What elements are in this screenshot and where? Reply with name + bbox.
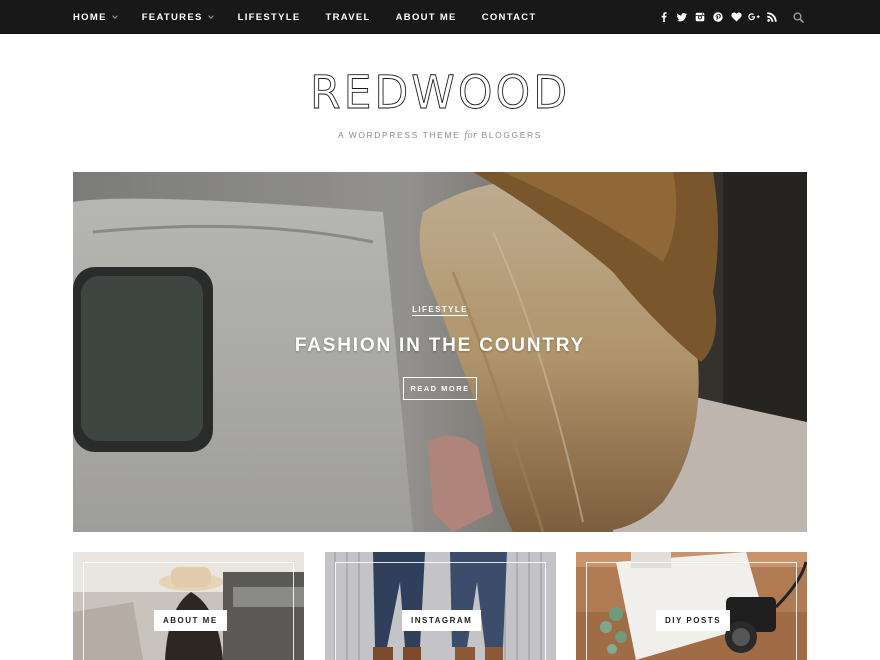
hero-content: Lifestyle Fashion in the Country Read Mo… [73, 172, 807, 532]
google-plus-icon[interactable] [745, 8, 763, 26]
top-navigation-bar: Home Features Lifestyle Travel About Me … [0, 0, 880, 34]
nav-item-label: Travel [325, 11, 371, 23]
promo-box-about-me[interactable]: About Me [73, 552, 304, 660]
twitter-icon[interactable] [673, 8, 691, 26]
nav-item-label: Lifestyle [237, 11, 301, 23]
site-tagline: A WordPress Theme for Bloggers [0, 130, 880, 141]
nav-item-lifestyle[interactable]: Lifestyle [238, 12, 301, 23]
chevron-down-icon [207, 12, 214, 19]
nav-item-home[interactable]: Home [73, 11, 118, 23]
nav-item-label: About Me [395, 11, 457, 23]
facebook-icon[interactable] [655, 8, 673, 26]
read-more-button[interactable]: Read More [403, 377, 477, 400]
promo-label: DIY Posts [656, 610, 731, 631]
post-title[interactable]: Fashion in the Country [73, 335, 807, 357]
nav-item-label: Contact [481, 11, 537, 23]
nav-item-features[interactable]: Features [141, 11, 214, 23]
nav-item-contact[interactable]: Contact [482, 12, 537, 23]
instagram-icon[interactable] [691, 8, 709, 26]
promo-label: About Me [154, 610, 227, 631]
main-menu: Home Features Lifestyle Travel About Me … [73, 0, 562, 34]
post-category-label: Lifestyle [412, 305, 468, 316]
rss-icon[interactable] [763, 8, 781, 26]
logo-wordmark-icon: REDWOOD [313, 66, 568, 116]
tagline-part: Bloggers [481, 130, 543, 140]
nav-item-label: Features [141, 11, 203, 23]
promo-box-diy-posts[interactable]: DIY Posts [576, 552, 807, 660]
promo-box-instagram[interactable]: Instagram [325, 552, 556, 660]
search-icon[interactable] [789, 8, 807, 26]
nav-item-travel[interactable]: Travel [326, 12, 371, 23]
site-branding: REDWOOD A WordPress Theme for Bloggers [0, 66, 880, 141]
social-links [655, 0, 807, 34]
featured-slider[interactable]: Lifestyle Fashion in the Country Read Mo… [73, 172, 807, 532]
tagline-for: for [464, 130, 478, 141]
nav-item-label: Home [73, 11, 107, 23]
tagline-part: A WordPress Theme [337, 130, 461, 140]
bloglovin-heart-icon[interactable] [727, 8, 745, 26]
nav-item-about-me[interactable]: About Me [396, 12, 457, 23]
pinterest-icon[interactable] [709, 8, 727, 26]
chevron-down-icon [111, 12, 118, 19]
post-category[interactable]: Lifestyle [73, 305, 807, 316]
site-logo[interactable]: REDWOOD [9, 66, 871, 126]
promo-label: Instagram [402, 610, 482, 631]
logo-text: REDWOOD [313, 67, 568, 116]
